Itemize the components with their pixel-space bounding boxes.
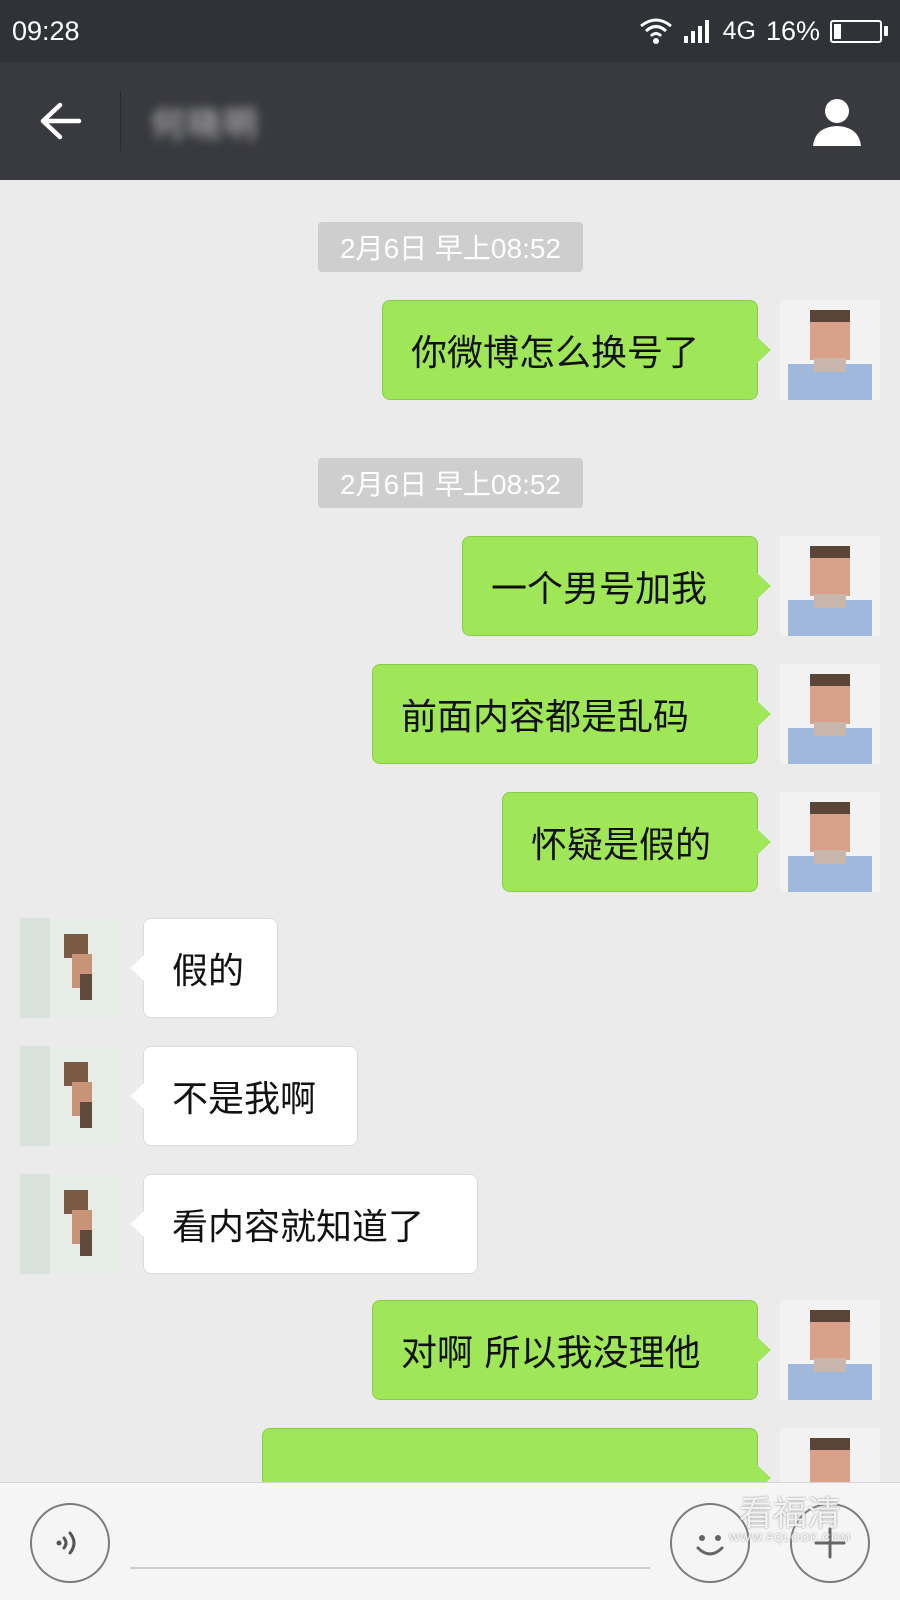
message-row-outgoing: 对啊 所以我没理他 — [0, 1300, 900, 1400]
back-arrow-icon — [40, 102, 82, 140]
message-row-incoming: 看内容就知道了 — [0, 1174, 900, 1274]
input-bar: 看福清 WWW.FQLOOK.COM — [0, 1482, 900, 1600]
message-row-outgoing: 怀疑是假的 — [0, 792, 900, 892]
contact-avatar[interactable] — [20, 1046, 120, 1146]
message-bubble[interactable]: 怀疑是假的 — [502, 792, 771, 892]
contact-profile-button[interactable] — [804, 88, 870, 154]
message-row-outgoing: 一个男号加我 — [0, 536, 900, 636]
my-avatar[interactable] — [780, 300, 880, 400]
status-time: 09:28 — [12, 15, 80, 46]
voice-input-button[interactable] — [30, 1503, 110, 1583]
chat-header: 何晓明 — [0, 62, 900, 180]
battery-percent: 16% — [765, 15, 820, 46]
battery-icon — [830, 19, 888, 43]
contact-avatar[interactable] — [20, 918, 120, 1018]
message-bubble[interactable]: 假的 — [130, 918, 278, 1018]
title-divider — [120, 91, 121, 151]
message-row-outgoing — [0, 1428, 900, 1482]
message-row-incoming: 不是我啊 — [0, 1046, 900, 1146]
message-bubble[interactable]: 前面内容都是乱码 — [372, 664, 771, 764]
timestamp: 2月6日 早上08:52 — [318, 458, 583, 508]
message-row-outgoing: 你微博怎么换号了 — [0, 300, 900, 400]
my-avatar[interactable] — [780, 1428, 880, 1482]
message-row-outgoing: 前面内容都是乱码 — [0, 664, 900, 764]
message-bubble[interactable]: 一个男号加我 — [462, 536, 771, 636]
my-avatar[interactable] — [780, 792, 880, 892]
network-type: 4G — [722, 16, 756, 45]
back-button[interactable] — [0, 62, 120, 180]
my-avatar[interactable] — [780, 664, 880, 764]
my-avatar[interactable] — [780, 536, 880, 636]
watermark-text: 看福清 — [739, 1494, 841, 1534]
message-bubble[interactable]: 对啊 所以我没理他 — [372, 1300, 771, 1400]
message-input[interactable] — [130, 1509, 650, 1569]
contact-avatar[interactable] — [20, 1174, 120, 1274]
my-avatar[interactable] — [780, 1300, 880, 1400]
timestamp: 2月6日 早上08:52 — [318, 222, 583, 272]
watermark: 看福清 WWW.FQLOOK.COM — [700, 1497, 880, 1545]
status-icons: 4G 16% — [639, 16, 888, 47]
battery-level — [834, 23, 842, 39]
status-bar: 09:28 4G 16% — [0, 0, 900, 62]
message-bubble[interactable]: 看内容就知道了 — [130, 1174, 478, 1274]
contact-name: 何晓明 — [151, 104, 259, 145]
message-row-incoming: 假的 — [0, 918, 900, 1018]
voice-icon — [56, 1531, 76, 1555]
watermark-url: WWW.FQLOOK.COM — [728, 1532, 852, 1544]
message-list[interactable]: 2月6日 早上08:52 你微博怎么换号了 2月6日 早上08:52 一个男号加… — [0, 180, 900, 1482]
wifi-icon — [639, 18, 672, 44]
signal-icon — [683, 20, 709, 43]
message-bubble[interactable]: 你微博怎么换号了 — [382, 300, 771, 400]
contact-profile-icon — [813, 99, 861, 146]
message-bubble[interactable] — [262, 1428, 771, 1482]
message-bubble[interactable]: 不是我啊 — [130, 1046, 358, 1146]
